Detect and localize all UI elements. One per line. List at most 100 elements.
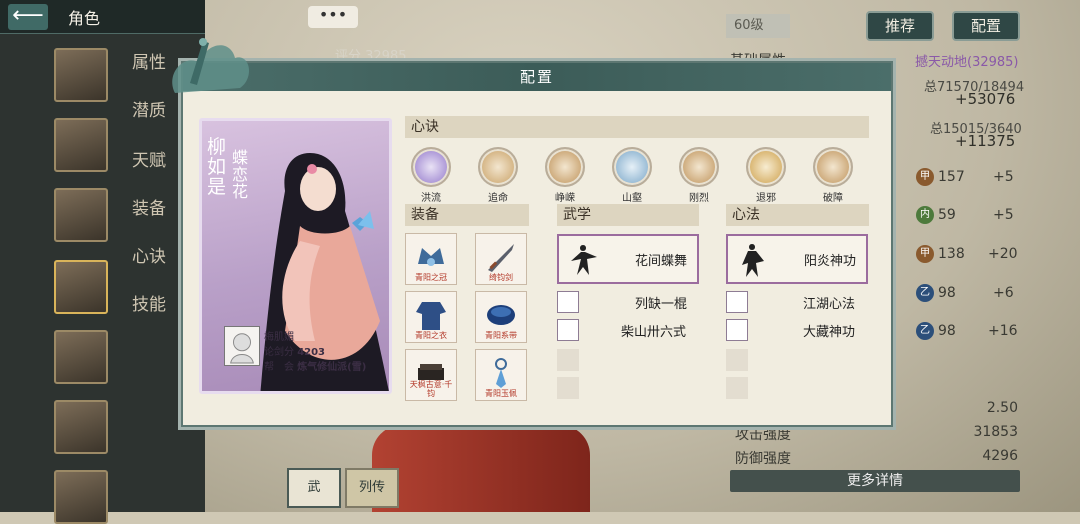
- character-portrait-6[interactable]: [54, 400, 108, 454]
- stat-icon-5: 乙: [916, 322, 934, 340]
- equip-slot-relic[interactable]: 天枫古意·千钧: [405, 349, 457, 401]
- value-1: +53076: [955, 90, 1016, 108]
- xinfa-main-slot[interactable]: 阳炎神功: [726, 234, 868, 284]
- stat-icon-3: 甲: [916, 245, 934, 263]
- xinfa-header: 心法: [726, 204, 869, 226]
- character-title: 蝶恋花: [232, 148, 249, 201]
- sidenav-attributes[interactable]: 属性: [132, 48, 166, 73]
- sidenav-equipment[interactable]: 装备: [132, 194, 166, 219]
- more-menu-button[interactable]: •••: [308, 6, 358, 28]
- guild-row: 帮 会 炼气修仙派(雪): [264, 358, 366, 373]
- level-badge: 60级: [726, 14, 790, 38]
- xinjue-label-6: 退邪: [756, 193, 776, 204]
- equip-slot-robe[interactable]: 青阳之衣: [405, 291, 457, 343]
- dancer-icon: [571, 245, 597, 275]
- stat-value-5: 98: [938, 323, 956, 339]
- character-portrait-selected[interactable]: [54, 260, 108, 314]
- guild-name: 炼气修仙派(雪): [297, 362, 367, 373]
- equip-header: 装备: [405, 204, 529, 226]
- player-avatar: [224, 326, 260, 366]
- character-portrait-3[interactable]: [54, 188, 108, 242]
- more-details-button[interactable]: 更多详情: [730, 470, 1020, 492]
- tab-biography[interactable]: 列传: [345, 468, 399, 508]
- wuxue-sub-2: 柴山卅六式: [621, 325, 687, 340]
- recommend-button[interactable]: 推荐: [866, 11, 934, 41]
- xinfa-sub-1: 江湖心法: [803, 297, 856, 312]
- cloud-ornament-icon: [172, 38, 250, 93]
- stat-value-4: 98: [938, 285, 956, 301]
- player-name: 梅肌媚: [264, 332, 294, 343]
- empty-slot[interactable]: [726, 377, 748, 399]
- wuxue-main-name: 花间蝶舞: [634, 254, 687, 269]
- top-bar: ⟵ 角色: [0, 0, 205, 34]
- wuxue-header: 武学: [557, 204, 699, 226]
- xinjue-icon-4[interactable]: [612, 147, 652, 187]
- sidenav-xinjue[interactable]: 心诀: [132, 242, 166, 267]
- sword-score-row: 论剑分 4203: [264, 343, 325, 358]
- stat-bonus-4: +6: [993, 285, 1014, 301]
- xinjue-icon-1[interactable]: [411, 147, 451, 187]
- guild-label: 帮 会: [264, 362, 294, 373]
- value-2: +11375: [955, 132, 1016, 150]
- tab-martial[interactable]: 武: [287, 468, 341, 508]
- stat-bonus-3: +20: [988, 246, 1018, 262]
- stat-bonus-5: +16: [988, 323, 1018, 339]
- sidenav-skills[interactable]: 技能: [132, 290, 166, 315]
- attack-label: 攻击强度: [735, 427, 791, 443]
- sword-score-value: 4203: [297, 347, 326, 358]
- wuxue-sub-1: 列缺一棍: [635, 297, 688, 312]
- equip-label-relic: 天枫古意·千钧: [409, 380, 453, 398]
- xinjue-header: 心诀: [405, 116, 869, 138]
- attack-value: 31853: [973, 424, 1018, 440]
- stat-icon-1: 甲: [916, 168, 934, 186]
- equip-label-crown: 青阳之冠: [415, 273, 447, 282]
- equip-slot-crown[interactable]: 青阳之冠: [405, 233, 457, 285]
- meditation-icon[interactable]: [726, 291, 748, 313]
- sidenav-potential[interactable]: 潜质: [132, 96, 166, 121]
- defense-value: 4296: [982, 448, 1018, 464]
- stat-bonus-1: +5: [993, 169, 1014, 185]
- stat-icon-4: 乙: [916, 284, 934, 302]
- xinfa-sub-2: 大藏神功: [803, 325, 856, 340]
- equip-label-robe: 青阳之衣: [415, 331, 447, 340]
- empty-slot[interactable]: [557, 377, 579, 399]
- staff-icon[interactable]: [557, 291, 579, 313]
- back-arrow-icon[interactable]: ⟵: [8, 3, 48, 30]
- xinjue-label-2: 追命: [488, 193, 508, 204]
- xinjue-icon-6[interactable]: [746, 147, 786, 187]
- sidenav-talent[interactable]: 天赋: [132, 146, 166, 171]
- xinjue-icon-2[interactable]: [478, 147, 518, 187]
- xinjue-icon-3[interactable]: [545, 147, 585, 187]
- empty-slot[interactable]: [557, 349, 579, 371]
- bottom-tabs: 武 列传: [287, 468, 407, 508]
- xinjue-icon-5[interactable]: [679, 147, 719, 187]
- sword-score-label: 论剑分: [264, 347, 294, 358]
- empty-slot[interactable]: [726, 349, 748, 371]
- equip-slot-sword[interactable]: 绮钧剑: [475, 233, 527, 285]
- stat-ratio-value: 2.50: [986, 400, 1018, 416]
- buddha-icon[interactable]: [726, 319, 748, 341]
- page-title: 角色: [68, 8, 101, 28]
- xinfa-main-name: 阳炎神功: [803, 254, 856, 269]
- equip-label-pendant: 青阳玉佩: [485, 389, 517, 398]
- stat-bonus-2: +5: [993, 207, 1014, 223]
- character-portrait-2[interactable]: [54, 118, 108, 172]
- equip-label-sword: 绮钧剑: [489, 273, 513, 282]
- character-portrait-7[interactable]: [54, 470, 108, 524]
- character-card: 柳如是 蝶恋花 梅肌媚 论剑分 4203 帮 会 炼气修仙派(雪): [199, 118, 392, 394]
- fist-icon[interactable]: [557, 319, 579, 341]
- config-button[interactable]: 配置: [952, 11, 1020, 41]
- xinjue-label-3: 峥嵘: [555, 193, 575, 204]
- xinjue-icon-7[interactable]: [813, 147, 853, 187]
- wuxue-main-slot[interactable]: 花间蝶舞: [557, 234, 699, 284]
- equip-slot-pendant[interactable]: 青阳玉佩: [475, 349, 527, 401]
- character-name: 柳如是: [207, 136, 227, 198]
- equip-slot-belt[interactable]: 青阳系带: [475, 291, 527, 343]
- xinjue-label-4: 山壑: [622, 193, 642, 204]
- stat-value-2: 59: [938, 207, 956, 223]
- character-portrait-5[interactable]: [54, 330, 108, 384]
- defense-label: 防御强度: [735, 451, 791, 467]
- stat-icon-2: 内: [916, 206, 934, 224]
- xinjue-label-1: 洪流: [421, 193, 441, 204]
- character-portrait-1[interactable]: [54, 48, 108, 102]
